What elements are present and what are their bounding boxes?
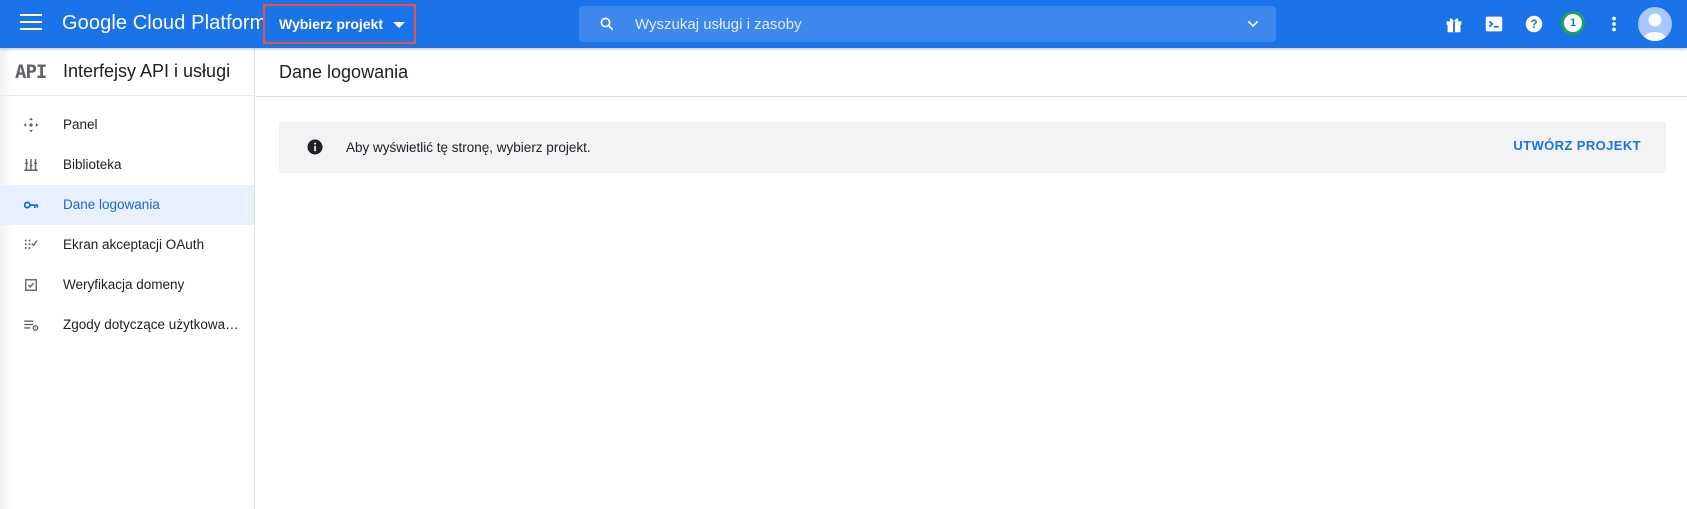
sidebar-item-domain-verification[interactable]: Weryfikacja domeny: [0, 265, 254, 305]
sidebar-item-label: Ekran akceptacji OAuth: [63, 237, 205, 252]
chevron-down-icon[interactable]: [1244, 16, 1262, 32]
sidebar-item-label: Zgody dotyczące użytkowan…: [63, 317, 239, 332]
help-icon[interactable]: ?: [1523, 13, 1545, 35]
gift-icon[interactable]: [1443, 13, 1465, 35]
sidebar-title: Interfejsy API i usługi: [63, 61, 231, 81]
sidebar-item-label: Biblioteka: [63, 157, 122, 172]
dashboard-icon: [23, 117, 39, 133]
cloud-shell-icon[interactable]: [1483, 13, 1505, 35]
page-header: Dane logowania: [256, 48, 1687, 97]
info-icon: [307, 139, 323, 155]
sidebar-item-user-consents[interactable]: Zgody dotyczące użytkowan…: [0, 305, 254, 345]
sidebar: API Interfejsy API i usługi Panel Biblio…: [0, 48, 255, 509]
avatar[interactable]: [1638, 7, 1672, 41]
oauth-consent-icon: [24, 239, 38, 249]
sidebar-item-oauth-consent[interactable]: Ekran akceptacji OAuth: [0, 225, 254, 265]
more-vert-icon[interactable]: [1603, 13, 1625, 35]
menu-icon[interactable]: [20, 14, 42, 34]
account-icon: [1642, 13, 1668, 41]
sidebar-item-label: Weryfikacja domeny: [63, 277, 185, 292]
notifications-badge[interactable]: 1: [1561, 11, 1585, 35]
caret-down-icon: [393, 22, 405, 28]
page-title: Dane logowania: [279, 62, 409, 82]
key-icon: [23, 201, 39, 209]
top-app-bar: Google Cloud Platform Wybierz projekt ? …: [0, 0, 1687, 48]
checkbox-icon: [25, 279, 37, 291]
sidebar-item-label: Dane logowania: [63, 197, 160, 212]
library-icon: [24, 159, 38, 171]
svg-text:?: ?: [1530, 17, 1537, 31]
search-bar[interactable]: [579, 6, 1276, 42]
sidebar-item-library[interactable]: Biblioteka: [0, 145, 254, 185]
select-project-notice: Aby wyświetlić tę stronę, wybierz projek…: [279, 122, 1666, 173]
api-logo: API: [15, 61, 47, 83]
search-icon: [600, 17, 614, 31]
create-project-button[interactable]: UTWÓRZ PROJEKT: [1513, 138, 1641, 153]
project-selector-button[interactable]: Wybierz projekt: [263, 4, 416, 44]
project-selector-label: Wybierz projekt: [279, 16, 383, 32]
list-settings-icon: [24, 320, 39, 331]
notice-message: Aby wyświetlić tę stronę, wybierz projek…: [346, 140, 591, 155]
brand-title[interactable]: Google Cloud Platform: [62, 12, 266, 35]
sidebar-header: API Interfejsy API i usługi: [0, 48, 254, 96]
search-input[interactable]: [635, 6, 1195, 42]
sidebar-item-label: Panel: [63, 117, 98, 132]
sidebar-item-panel[interactable]: Panel: [0, 105, 254, 145]
sidebar-item-credentials[interactable]: Dane logowania: [0, 185, 254, 225]
